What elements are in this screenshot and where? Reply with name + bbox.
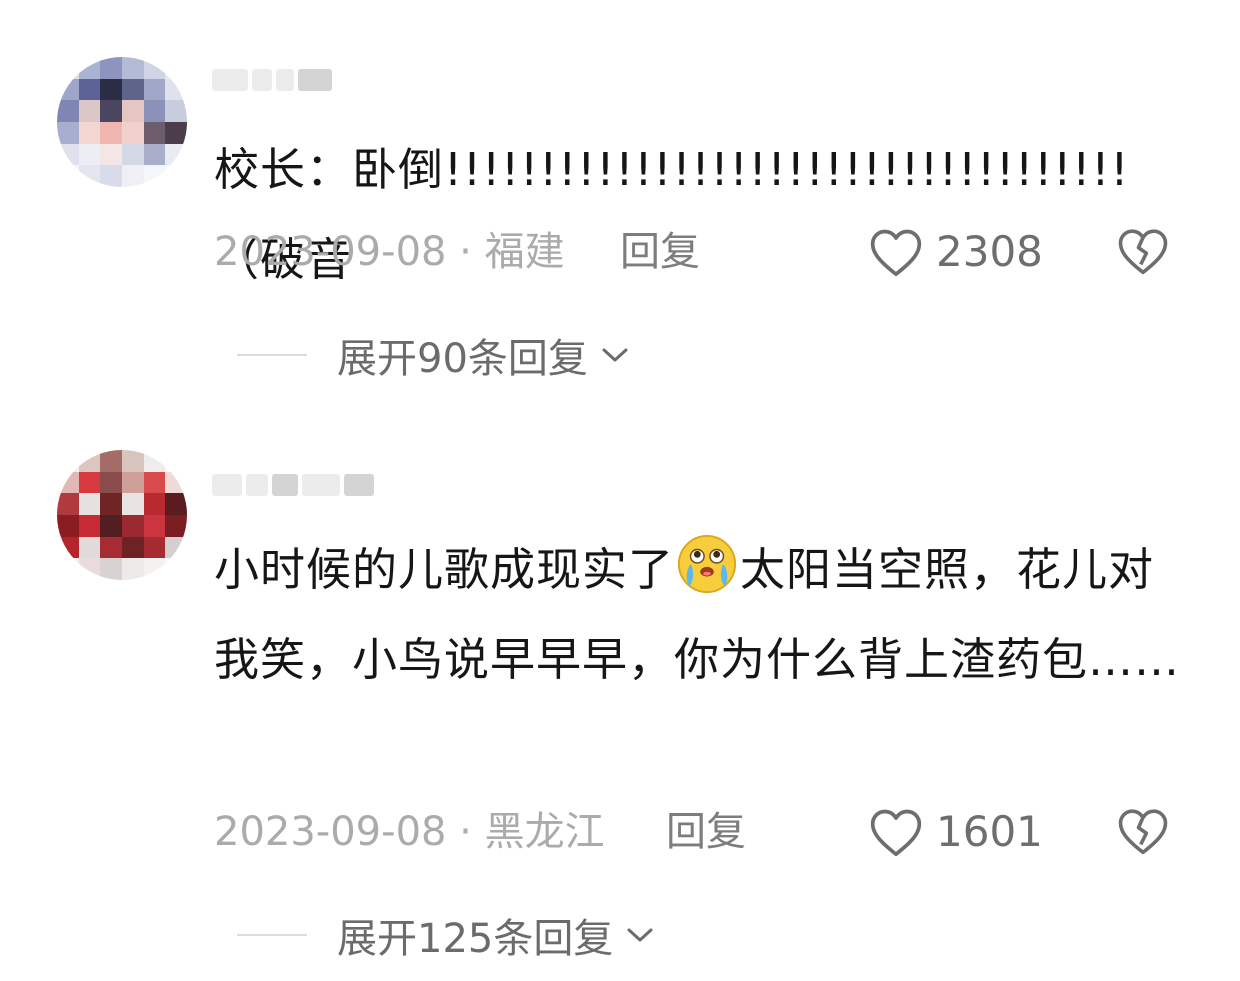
dislike-button[interactable] [1116,226,1170,293]
avatar[interactable] [57,57,187,187]
like-button[interactable]: 1601 [868,802,1043,862]
broken-heart-icon [1118,229,1168,275]
username-blurred[interactable] [212,63,387,97]
avatar[interactable] [57,450,187,580]
expand-replies-button[interactable]: 展开90条回复 [237,325,630,385]
expand-replies-label: 展开90条回复 [337,336,588,382]
chevron-down-icon [602,348,628,362]
heart-outline-icon [870,229,922,277]
comment-text-part1: 小时候的儿歌成现实了 [214,543,675,596]
like-count: 1601 [936,807,1043,856]
reply-button[interactable]: 回复 [666,802,746,862]
username-blurred[interactable] [212,468,387,502]
heart-outline-icon [870,809,922,857]
comment-meta: 2023-09-08 · 黑龙江 回复 1601 [214,802,1194,862]
crying-face-emoji [677,534,737,594]
expand-replies-button[interactable]: 展开125条回复 [237,905,655,965]
comment-meta: 2023-09-08 · 福建 回复 2308 [214,222,1194,282]
comment-date-location: 2023-09-08 · 黑龙江 [214,809,605,855]
comment-date-location: 2023-09-08 · 福建 [214,229,565,275]
comment-text: 小时候的儿歌成现实了 太阳当空照，花儿对我笑，小鸟说早早早，你为什么背上渣药包…… [214,525,1194,705]
broken-heart-icon [1118,809,1168,855]
divider-line [237,354,307,356]
expand-replies-label: 展开125条回复 [337,916,614,962]
dislike-button[interactable] [1116,806,1170,873]
like-button[interactable]: 2308 [868,222,1043,282]
reply-button[interactable]: 回复 [620,222,700,282]
chevron-down-icon [627,928,653,942]
divider-line [237,934,307,936]
like-count: 2308 [936,227,1043,276]
